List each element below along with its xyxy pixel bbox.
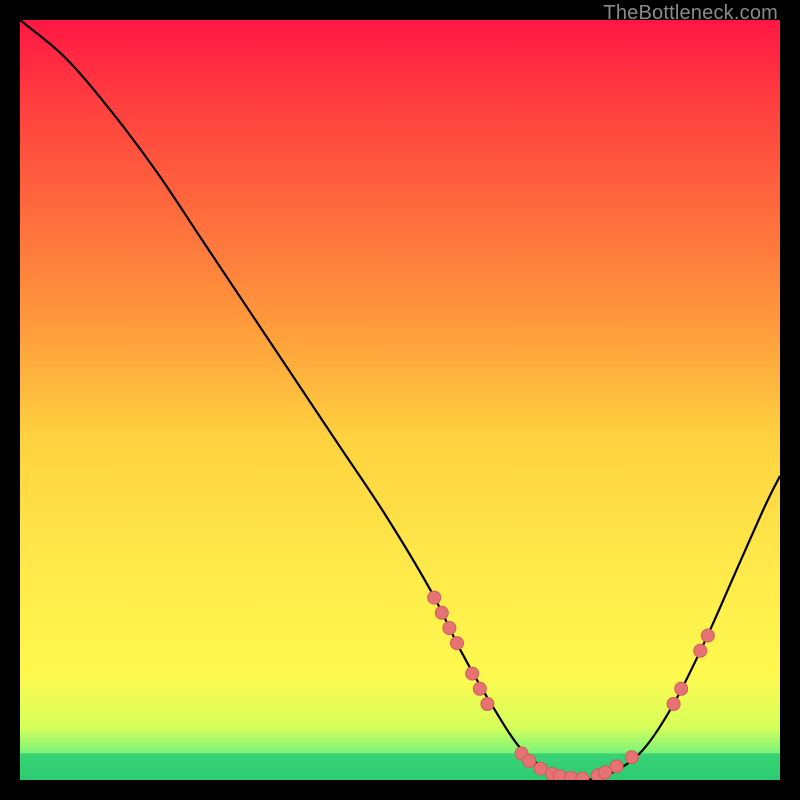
curve-marker	[466, 667, 479, 680]
watermark-label: TheBottleneck.com	[603, 2, 778, 25]
curve-marker	[576, 772, 589, 780]
curve-marker	[694, 644, 707, 657]
curve-marker	[523, 755, 536, 768]
curve-marker	[473, 682, 486, 695]
curve-marker	[675, 682, 688, 695]
optimal-band	[20, 753, 780, 780]
curve-marker	[667, 698, 680, 711]
curve-marker	[435, 606, 448, 619]
curve-marker	[443, 622, 456, 635]
curve-marker	[701, 629, 714, 642]
chart-frame	[20, 20, 780, 780]
curve-marker	[428, 591, 441, 604]
curve-marker	[451, 637, 464, 650]
gradient-background	[20, 20, 780, 780]
curve-marker	[625, 751, 638, 764]
curve-marker	[599, 766, 612, 779]
bottleneck-chart	[20, 20, 780, 780]
curve-marker	[481, 698, 494, 711]
curve-marker	[610, 760, 623, 773]
